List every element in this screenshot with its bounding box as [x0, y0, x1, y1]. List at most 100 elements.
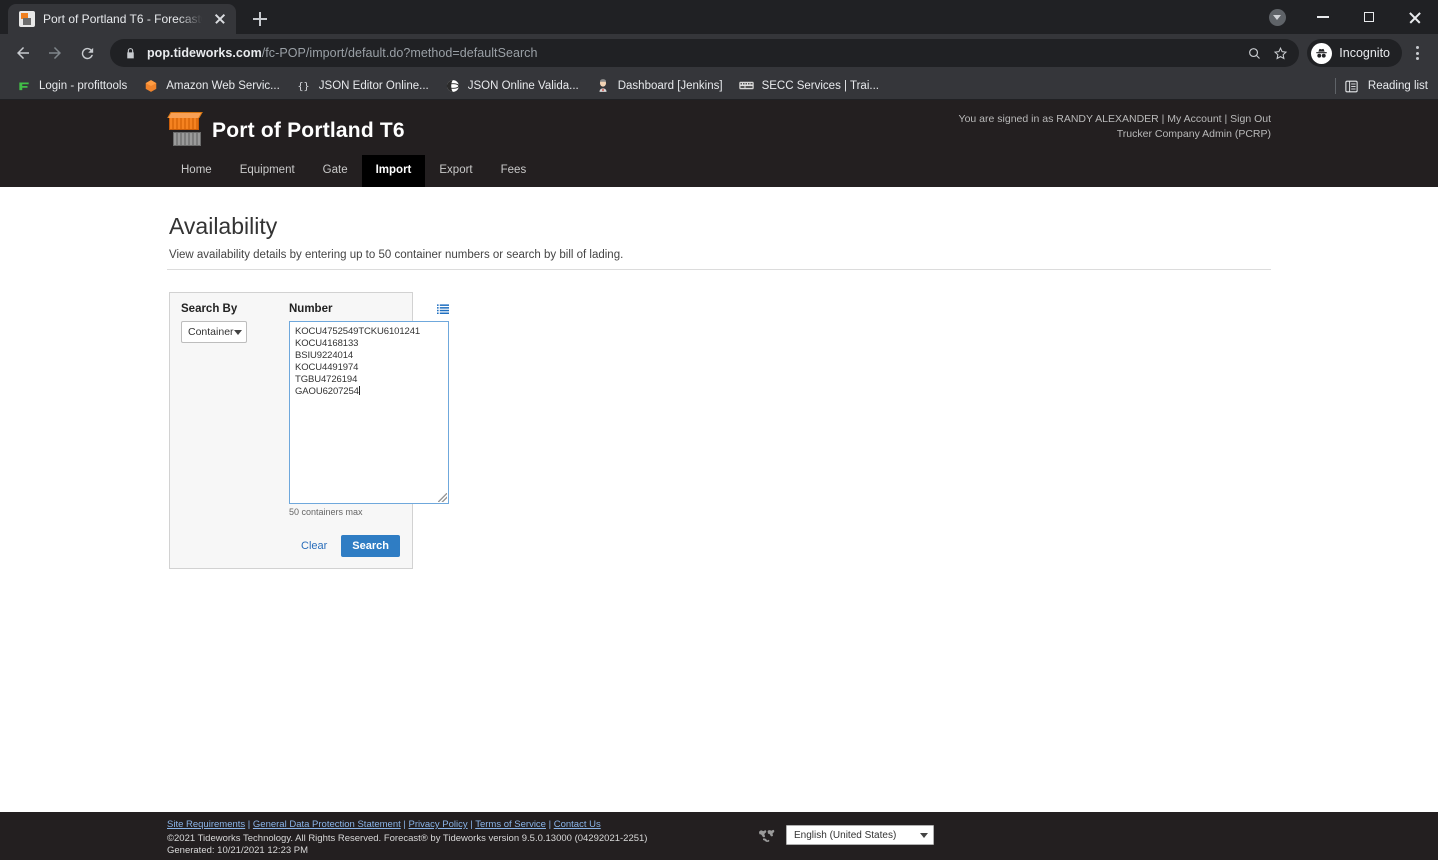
container-number-line: TGBU4726194 [295, 374, 358, 385]
chevron-down-icon [920, 832, 928, 838]
search-by-select[interactable]: Container [181, 321, 247, 343]
maximize-button[interactable] [1346, 0, 1392, 34]
tab-title: Port of Portland T6 - Forecast® Im [43, 12, 204, 26]
window-controls [1254, 0, 1438, 34]
page-title: Availability [169, 213, 278, 239]
divider [1334, 78, 1336, 94]
bookmark-label: Amazon Web Servic... [166, 79, 280, 92]
close-window-button[interactable] [1392, 0, 1438, 34]
url-text: pop.tideworks.com/fc-POP/import/default.… [147, 46, 1241, 60]
globe-icon [445, 78, 461, 94]
footer-link-privacy-policy[interactable]: Privacy Policy [409, 819, 468, 830]
brand-name: Port of Portland T6 [212, 119, 405, 142]
url-path: /fc-POP/import/default.do?method=default… [261, 46, 538, 60]
footer-generated: Generated: 10/21/2021 12:23 PM [167, 845, 309, 856]
lock-icon [124, 47, 137, 60]
nav-item-home[interactable]: Home [167, 155, 226, 187]
container-logo-icon [167, 113, 201, 149]
main-nav: Home Equipment Gate Import Export Fees [167, 155, 540, 187]
keyboard-icon [739, 78, 755, 94]
incognito-icon [1311, 42, 1333, 64]
browser-toolbar: pop.tideworks.com/fc-POP/import/default.… [0, 34, 1438, 72]
footer-link-terms-of-service[interactable]: Terms of Service [475, 819, 546, 830]
reading-list-icon[interactable] [1344, 78, 1360, 94]
bookmark-item[interactable]: Dashboard [Jenkins] [587, 74, 731, 98]
footer-links: Site Requirements | General Data Protect… [167, 819, 601, 830]
search-icon[interactable] [1241, 40, 1267, 66]
clear-button[interactable]: Clear [301, 540, 327, 552]
bookmarks-bar: Login - profittools Amazon Web Servic...… [0, 72, 1438, 100]
forward-icon[interactable] [40, 38, 70, 68]
bookmark-item[interactable]: {} JSON Editor Online... [288, 74, 437, 98]
container-number-line: BSIU9224014 [295, 350, 354, 361]
reload-icon[interactable] [72, 38, 102, 68]
new-tab-button[interactable] [246, 5, 274, 33]
jenkins-butler-icon [595, 78, 611, 94]
bookmark-item[interactable]: SECC Services | Trai... [731, 74, 887, 98]
container-numbers-textarea[interactable]: KOCU4752549TCKU6101241 KOCU4168133 BSIU9… [289, 321, 449, 504]
aws-cube-icon [143, 78, 159, 94]
bookmark-star-icon[interactable] [1267, 40, 1293, 66]
language-value: English (United States) [794, 829, 897, 841]
world-map-icon [758, 828, 778, 842]
availability-search-panel: Search By Container Number KOCU4752549TC… [169, 292, 449, 569]
max-containers-hint: 50 containers max [289, 507, 363, 517]
bookmark-label: Login - profittools [39, 79, 128, 92]
reading-list-label[interactable]: Reading list [1368, 80, 1428, 92]
svg-text:{}: {} [298, 81, 310, 92]
site-header: Port of Portland T6 You are signed in as… [0, 100, 1438, 187]
incognito-label: Incognito [1339, 46, 1390, 60]
search-by-value: Container [188, 326, 234, 338]
page-viewport: Port of Portland T6 You are signed in as… [0, 100, 1438, 860]
resize-handle[interactable] [438, 493, 447, 502]
container-number-line: GAOU6207254 [295, 386, 359, 397]
url-host: pop.tideworks.com [147, 46, 262, 60]
nav-item-export[interactable]: Export [425, 155, 486, 187]
browser-tab[interactable]: Port of Portland T6 - Forecast® Im [8, 4, 236, 34]
bookmark-label: JSON Editor Online... [318, 79, 429, 92]
main-content: Availability View availability details b… [167, 187, 1271, 569]
footer-link-gdpr[interactable]: General Data Protection Statement [253, 819, 401, 830]
jfrog-icon [16, 78, 32, 94]
nav-item-fees[interactable]: Fees [487, 155, 541, 187]
bookmark-item[interactable]: Login - profittools [8, 74, 135, 98]
chrome-menu-icon[interactable] [1404, 40, 1430, 66]
incognito-indicator[interactable]: Incognito [1307, 39, 1402, 67]
language-selector-group: English (United States) [758, 825, 934, 845]
container-number-line: KOCU4491974 [295, 362, 359, 373]
site-footer: Site Requirements | General Data Protect… [0, 812, 1438, 860]
search-button[interactable]: Search [341, 535, 400, 557]
tab-favicon-icon [19, 11, 35, 27]
profile-chip-icon[interactable] [1254, 0, 1300, 34]
back-icon[interactable] [8, 38, 38, 68]
footer-copyright: ©2021 Tideworks Technology. All Rights R… [167, 833, 648, 844]
search-by-label: Search By [181, 303, 238, 315]
bookmark-label: Dashboard [Jenkins] [617, 79, 723, 92]
bookmarks-bar-right: Reading list [1334, 72, 1428, 100]
bookmark-label: JSON Online Valida... [467, 79, 579, 92]
chevron-down-icon [234, 329, 242, 335]
list-view-icon[interactable] [437, 303, 449, 315]
bookmark-label: SECC Services | Trai... [761, 79, 879, 92]
footer-link-site-requirements[interactable]: Site Requirements [167, 819, 245, 830]
braces-icon: {} [296, 78, 312, 94]
footer-link-contact-us[interactable]: Contact Us [554, 819, 601, 830]
user-session-info: You are signed in as RANDY ALEXANDER | M… [959, 112, 1271, 142]
bookmark-item[interactable]: Amazon Web Servic... [135, 74, 288, 98]
text-cursor [358, 386, 360, 395]
form-actions: Clear Search [181, 535, 400, 557]
browser-window: Port of Portland T6 - Forecast® Im [0, 0, 1438, 860]
language-select[interactable]: English (United States) [786, 825, 934, 845]
divider [167, 269, 1271, 270]
nav-item-import[interactable]: Import [361, 155, 426, 187]
container-number-line: KOCU4752549TCKU6101241 [295, 326, 421, 337]
container-number-line: KOCU4168133 [295, 338, 359, 349]
address-bar[interactable]: pop.tideworks.com/fc-POP/import/default.… [110, 39, 1300, 67]
signed-in-line[interactable]: You are signed in as RANDY ALEXANDER | M… [959, 112, 1271, 127]
close-tab-icon[interactable] [212, 11, 228, 27]
tab-strip: Port of Portland T6 - Forecast® Im [0, 0, 1438, 34]
nav-item-gate[interactable]: Gate [309, 155, 362, 187]
minimize-button[interactable] [1300, 0, 1346, 34]
nav-item-equipment[interactable]: Equipment [226, 155, 309, 187]
bookmark-item[interactable]: JSON Online Valida... [437, 74, 587, 98]
